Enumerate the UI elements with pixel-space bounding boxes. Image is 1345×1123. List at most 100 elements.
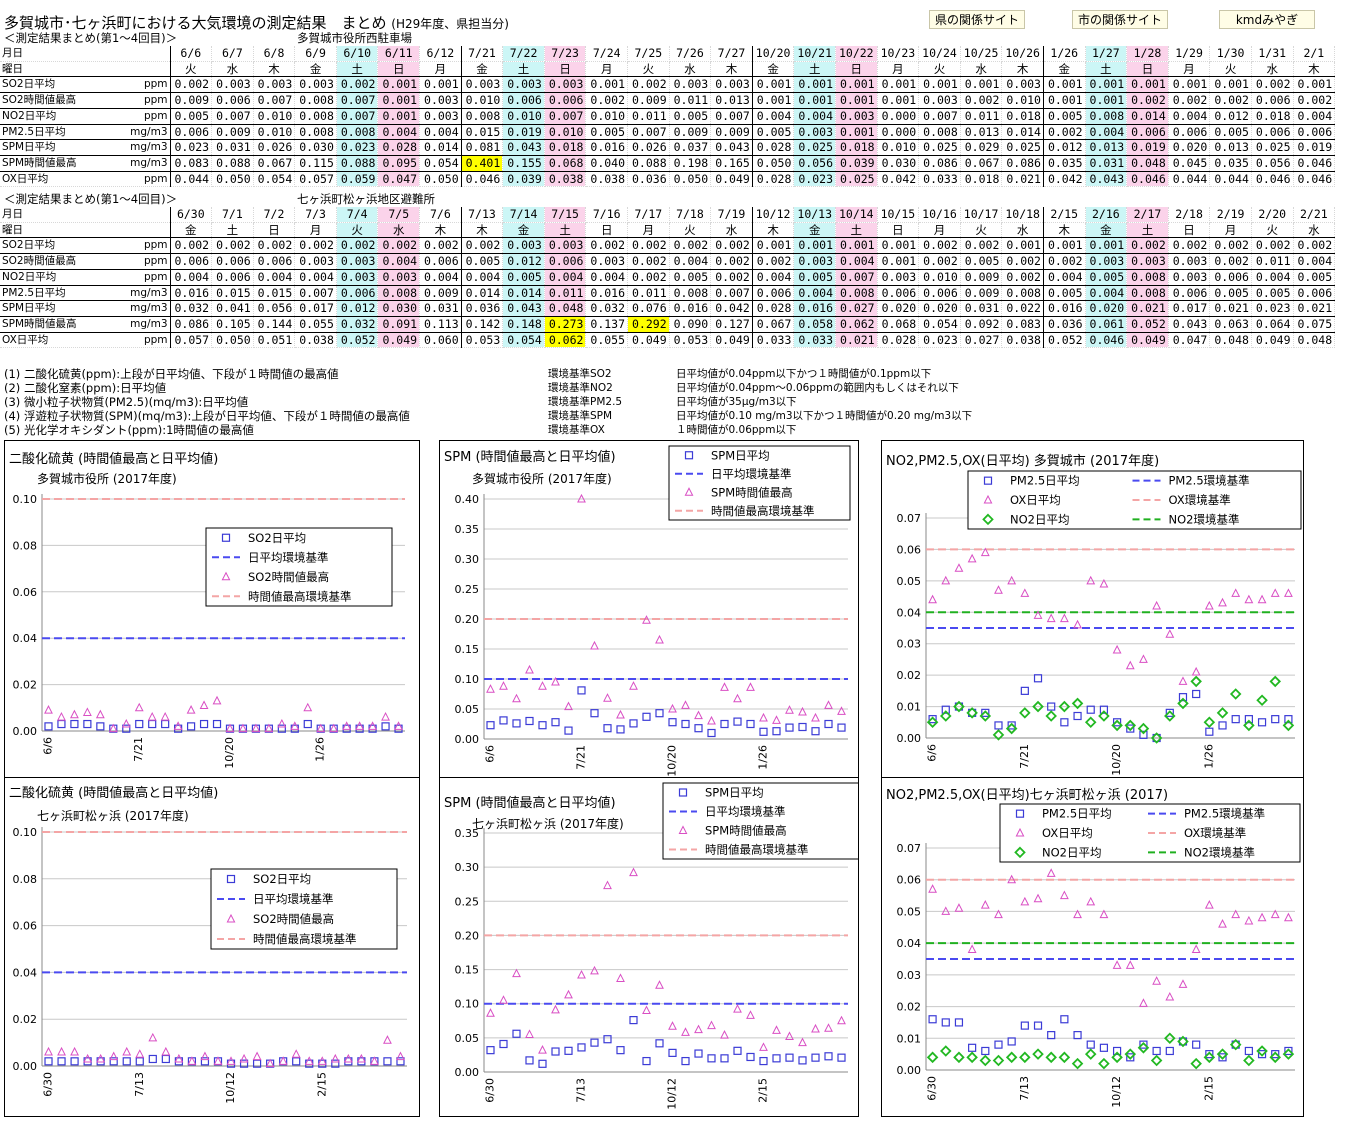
data-cell: 0.001 — [835, 92, 878, 109]
data-point — [1283, 912, 1293, 922]
data-cell: 0.001 — [377, 92, 421, 109]
data-cell: 0.005 — [460, 253, 504, 270]
weekday-header: 金 — [460, 61, 504, 78]
data-point — [720, 719, 729, 729]
data-point — [292, 1057, 301, 1066]
data-point — [590, 709, 599, 718]
data-cell: 0.007 — [336, 92, 379, 109]
date-header: 7/21 — [460, 46, 504, 62]
weekday-header: 水 — [377, 222, 421, 239]
data-point — [1098, 1057, 1110, 1070]
x-tick-label: 1/26 — [314, 737, 327, 762]
data-series — [928, 547, 1293, 685]
data-point — [837, 1015, 846, 1025]
data-cell: 0.010 — [877, 139, 920, 156]
data-point — [967, 553, 977, 563]
data-cell: 0.041 — [211, 300, 254, 317]
data-cell: 0.046 — [1126, 170, 1169, 188]
data-cell: 0.003 — [253, 76, 296, 94]
data-cell: 0.003 — [419, 92, 462, 109]
data-cell: 0.115 — [294, 154, 337, 172]
data-point — [837, 1053, 846, 1062]
legend-label: 時間値最高環境基準 — [248, 589, 352, 603]
data-cell: 0.006 — [544, 253, 587, 270]
data-series — [928, 868, 1293, 1007]
data-point — [733, 717, 742, 726]
data-cell: 0.007 — [918, 107, 961, 125]
data-series — [926, 1032, 1295, 1070]
chart-subtitle: 七ヶ浜町松ヶ浜 (2017年度) — [37, 808, 189, 823]
data-cell: 0.003 — [544, 76, 587, 94]
data-cell: 0.043 — [710, 139, 753, 156]
data-point — [720, 1030, 729, 1039]
data-cell: 0.002 — [1126, 237, 1169, 255]
data-point — [655, 709, 664, 718]
x-tick-label: 2/15 — [1202, 1076, 1215, 1101]
data-cell: 0.031 — [211, 139, 254, 156]
data-cell: 0.006 — [211, 253, 254, 270]
weekday-header: 金 — [502, 222, 545, 239]
data-cell: 0.003 — [294, 76, 337, 94]
data-point — [1152, 976, 1162, 985]
pollutant-name: SO2日平均 — [2, 78, 56, 91]
data-cell: 0.027 — [960, 331, 1003, 349]
data-point — [1047, 1031, 1056, 1040]
data-cell: 0.005 — [751, 123, 795, 141]
data-cell: 0.010 — [1001, 92, 1044, 109]
data-cell: 0.013 — [960, 123, 1003, 141]
prefecture-link-button[interactable]: 県の関係サイト — [929, 10, 1025, 29]
data-cell: 0.086 — [1001, 154, 1044, 172]
data-point — [277, 718, 287, 728]
date-header: 7/4 — [336, 207, 379, 223]
data-cell: 0.016 — [585, 284, 629, 302]
data-point — [161, 1054, 170, 1064]
city-link-button[interactable]: 市の関係サイト — [1072, 10, 1168, 29]
chart-svg: 0.00 0.05 0.10 0.15 0.20 0.25 0.30 0.35 0.40 6/6 7… — [444, 445, 851, 777]
data-point — [122, 1057, 131, 1066]
date-header: 1/30 — [1209, 46, 1252, 62]
data-point — [928, 1015, 937, 1024]
legend-label: 時間値最高環境基準 — [253, 932, 357, 946]
weekday-header: 日 — [544, 61, 587, 78]
data-cell: 0.007 — [627, 123, 670, 141]
data-cell: 0.011 — [960, 107, 1003, 125]
data-cell: 0.006 — [1293, 123, 1336, 141]
y-tick-label: 0.10 — [455, 998, 480, 1011]
weekday-header: 水 — [1251, 61, 1294, 78]
site-name-1: 多賀城市役所西駐車場 — [297, 31, 412, 45]
data-cell: 0.006 — [211, 92, 254, 109]
y-tick-label: 0.01 — [897, 701, 922, 714]
kmd-miyagi-link-button[interactable]: kmdみやぎ — [1219, 10, 1315, 29]
data-cell: 0.004 — [1042, 268, 1086, 286]
chart-subtitle: 多賀城市役所 (2017年度) — [472, 471, 612, 486]
standard-text: １時間値が0.06ppm以下 — [676, 424, 797, 436]
weekday-header: 土 — [211, 222, 254, 239]
data-point — [1112, 960, 1122, 969]
data-point — [486, 1046, 495, 1055]
data-cell: 0.001 — [1085, 92, 1128, 109]
date-header: 7/2 — [253, 207, 296, 223]
data-cell: 0.001 — [585, 76, 629, 94]
data-point — [1046, 868, 1056, 877]
data-cell: 0.039 — [502, 170, 545, 188]
data-point — [1244, 594, 1254, 604]
data-point — [642, 1005, 651, 1015]
legend-label: NO2環境基準 — [1169, 512, 1240, 526]
data-cell: 0.002 — [918, 253, 961, 270]
chart-svg: 0.00 0.02 0.04 0.06 0.08 0.10 6/30 7/13 10/12 2/1… — [9, 785, 407, 1104]
data-cell: 0.023 — [1251, 300, 1294, 317]
data-point — [160, 711, 170, 721]
data-cell: 0.002 — [1168, 237, 1211, 255]
chart-title: NO2,PM2.5,OX(日平均)七ヶ浜町松ヶ浜 (2017) — [886, 788, 1168, 803]
data-cell: 0.004 — [835, 253, 878, 270]
data-point — [95, 709, 105, 719]
data-cell: 0.010 — [460, 92, 504, 109]
weekday-header: 土 — [835, 222, 878, 239]
y-tick-label: 0.15 — [455, 643, 480, 656]
data-point — [57, 1046, 66, 1056]
data-point — [1139, 654, 1148, 663]
data-cell: 0.028 — [751, 139, 795, 156]
data-cell: 0.047 — [377, 170, 421, 188]
pollutant-name: OX日平均 — [2, 333, 49, 346]
data-point — [44, 1057, 53, 1066]
